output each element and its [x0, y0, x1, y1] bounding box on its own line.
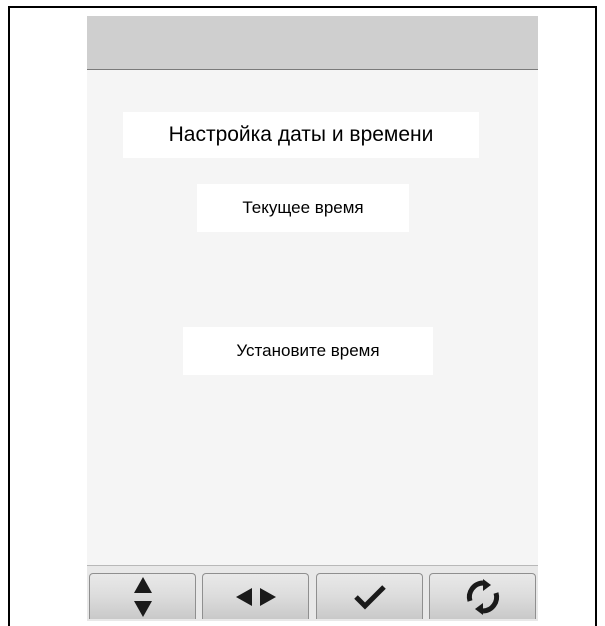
refresh-button[interactable] — [429, 573, 536, 619]
device-screen: Настройка даты и времени Текущее время У… — [87, 16, 538, 621]
header-bar — [87, 16, 538, 70]
left-right-button[interactable] — [202, 573, 309, 619]
set-time-label: Установите время — [183, 327, 433, 375]
up-down-arrows-icon — [133, 576, 152, 617]
page-title: Настройка даты и времени — [123, 112, 479, 158]
left-right-arrows-icon — [235, 587, 276, 606]
refresh-icon — [466, 578, 499, 615]
page-title-text: Настройка даты и времени — [168, 123, 434, 146]
current-time-label: Текущее время — [197, 184, 409, 232]
confirm-button[interactable] — [316, 573, 423, 619]
current-time-label-text: Текущее время — [242, 198, 364, 217]
up-down-button[interactable] — [89, 573, 196, 619]
checkmark-icon — [353, 584, 386, 610]
button-bar — [87, 565, 538, 621]
set-time-label-text: Установите время — [236, 341, 380, 360]
